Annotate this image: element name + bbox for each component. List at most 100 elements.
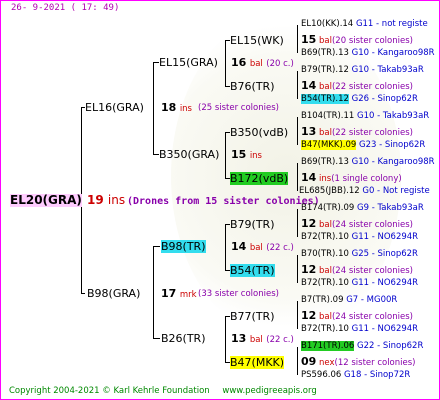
gen2-unit: bal (249, 59, 263, 69)
gen2-unit: ins (249, 151, 262, 161)
gen1-info: 18 ins (161, 101, 192, 115)
gen4-row: B47(MKK).09 G23 - Sinop62R (301, 140, 425, 151)
connector (297, 163, 298, 191)
gen4-queen[interactable]: EL10(KK).14 (301, 19, 353, 29)
gen4-queen[interactable]: B171(TR).06 (301, 341, 355, 351)
connector (297, 347, 298, 375)
connector (153, 62, 154, 154)
gen4-queen[interactable]: B69(TR).13 (301, 157, 349, 167)
gen3-queen[interactable]: B77(TR) (230, 310, 275, 323)
gen3-note: (20 sister colonies) (331, 36, 413, 46)
gen3-info: 12 bal(24 sister colonies) (301, 264, 413, 277)
gen2-queen[interactable]: B98(TR) (161, 240, 206, 253)
gen4-row: B104(TR).11 G10 - Takab93aR (301, 111, 429, 122)
pedigree-canvas: 26- 9-2021 ( 17: 49) EL20(GRA) 19 ins (D… (0, 0, 440, 400)
gen2-number: 16 (231, 56, 247, 69)
gen3-note: (22 sister colonies) (331, 128, 413, 138)
connector (153, 338, 160, 339)
gen4-queen[interactable]: EL685(JBB).12 (299, 186, 360, 196)
gen4-queen[interactable]: B174(TR).09 (301, 203, 354, 213)
gen3-info: 15 bal(20 sister colonies) (301, 34, 413, 47)
gen3-queen[interactable]: B79(TR) (230, 218, 275, 231)
root-number: 19 ins (87, 194, 125, 207)
gen4-breeder: G10 - Kangaroo98R (351, 157, 435, 167)
connector (225, 224, 226, 270)
gen4-breeder: G22 - Sinop62R (357, 341, 424, 351)
gen4-queen[interactable]: B79(TR).12 (301, 65, 349, 75)
gen4-row: B54(TR).12 G26 - Sinop62R (301, 94, 418, 105)
gen3-queen[interactable]: B350(vdB) (230, 126, 288, 139)
gen4-row: B69(TR).13 G10 - Kangaroo98R (301, 48, 435, 59)
gen2-number: 13 (231, 332, 247, 345)
gen3-info: 12 bal(24 sister colonies) (301, 310, 413, 323)
gen1-info: 17 mrk (161, 287, 197, 301)
gen3-queen[interactable]: B172(vdB) (230, 172, 289, 185)
gen4-breeder: G11 - NO6294R (351, 324, 419, 334)
gen3-unit: bal (319, 220, 332, 230)
gen3-unit: bal (319, 312, 332, 322)
gen2-queen[interactable]: B26(TR) (161, 332, 206, 345)
gen2-info: 15 ins (231, 148, 262, 162)
gen4-queen[interactable]: B72(TR).10 (301, 278, 349, 288)
connector (153, 246, 154, 338)
gen4-breeder: G9 - Takab93aR (357, 203, 424, 213)
gen1-queen[interactable]: EL16(GRA) (85, 101, 144, 114)
gen3-number: 12 (301, 217, 317, 230)
gen4-row: B79(TR).12 G10 - Takab93aR (301, 65, 424, 76)
gen3-queen[interactable]: B47(MKK) (230, 356, 285, 369)
gen4-queen[interactable]: PS596.06 (301, 370, 341, 380)
gen1-note: (33 sister colonies) (198, 289, 279, 299)
date-stamp: 26- 9-2021 ( 17: 49) (11, 3, 120, 13)
gen3-unit: bal (319, 266, 332, 276)
gen3-number: 14 (301, 171, 317, 184)
gen3-info: 12 bal(24 sister colonies) (301, 218, 413, 231)
connector (225, 132, 226, 178)
root-queen[interactable]: EL20(GRA) (10, 194, 82, 207)
footer: Copyright 2004-2021 © Karl Kehrle Founda… (9, 386, 327, 396)
gen2-queen[interactable]: EL15(GRA) (159, 56, 218, 69)
gen3-queen[interactable]: B76(TR) (230, 80, 275, 93)
gen4-queen[interactable]: B69(TR).13 (301, 48, 349, 58)
gen3-unit: bal (319, 36, 332, 46)
connector (297, 117, 298, 145)
connector (297, 25, 298, 53)
gen3-number: 12 (301, 309, 317, 322)
gen4-queen[interactable]: B47(MKK).09 (301, 140, 357, 150)
gen3-unit: bal (319, 128, 332, 138)
connector (297, 71, 298, 99)
root-unit: ins (107, 193, 126, 207)
gen1-queen[interactable]: B98(GRA) (87, 287, 140, 300)
gen3-note: (24 sister colonies) (331, 312, 413, 322)
gen3-note: (24 sister colonies) (331, 266, 413, 276)
gen3-number: 14 (301, 79, 317, 92)
gen3-number: 12 (301, 263, 317, 276)
gen2-info: 13 bal (22 c.) (231, 332, 294, 346)
gen3-note: (22 sister colonies) (331, 82, 413, 92)
gen4-row: B174(TR).09 G9 - Takab93aR (301, 203, 424, 214)
gen4-queen[interactable]: B72(TR).10 (301, 324, 349, 334)
root-note: (Drones from 15 sister colonies) (127, 196, 320, 207)
gen4-breeder: G26 - Sinop62R (351, 94, 418, 104)
gen4-breeder: G11 - NO6294R (351, 232, 419, 242)
gen4-breeder: G7 - MG00R (346, 295, 398, 305)
gen1-unit: mrk (179, 290, 197, 300)
gen2-note: (20 c.) (266, 59, 294, 69)
gen4-breeder: G10 - Kangaroo98R (351, 48, 435, 58)
gen3-note: (1 single colony) (331, 174, 402, 184)
gen2-note: (22 c.) (266, 243, 294, 253)
gen2-queen[interactable]: B350(GRA) (159, 148, 219, 161)
gen4-queen[interactable]: B104(TR).11 (301, 111, 354, 121)
gen2-note: (22 c.) (266, 335, 294, 345)
gen2-number: 14 (231, 240, 247, 253)
gen4-queen[interactable]: B70(TR).10 (301, 249, 349, 259)
gen3-queen[interactable]: EL15(WK) (230, 34, 284, 47)
gen4-queen[interactable]: B54(TR).12 (301, 94, 349, 104)
gen4-queen[interactable]: B7(TR).09 (301, 295, 344, 305)
gen4-row: B7(TR).09 G7 - MG00R (301, 295, 397, 306)
footer-site-link[interactable]: www.pedigreeapis.org (222, 386, 316, 396)
connector (153, 246, 160, 247)
gen4-queen[interactable]: B72(TR).10 (301, 232, 349, 242)
gen2-info: 16 bal (20 c.) (231, 56, 294, 70)
gen3-queen[interactable]: B54(TR) (230, 264, 275, 277)
gen4-row: B72(TR).10 G11 - NO6294R (301, 232, 418, 243)
